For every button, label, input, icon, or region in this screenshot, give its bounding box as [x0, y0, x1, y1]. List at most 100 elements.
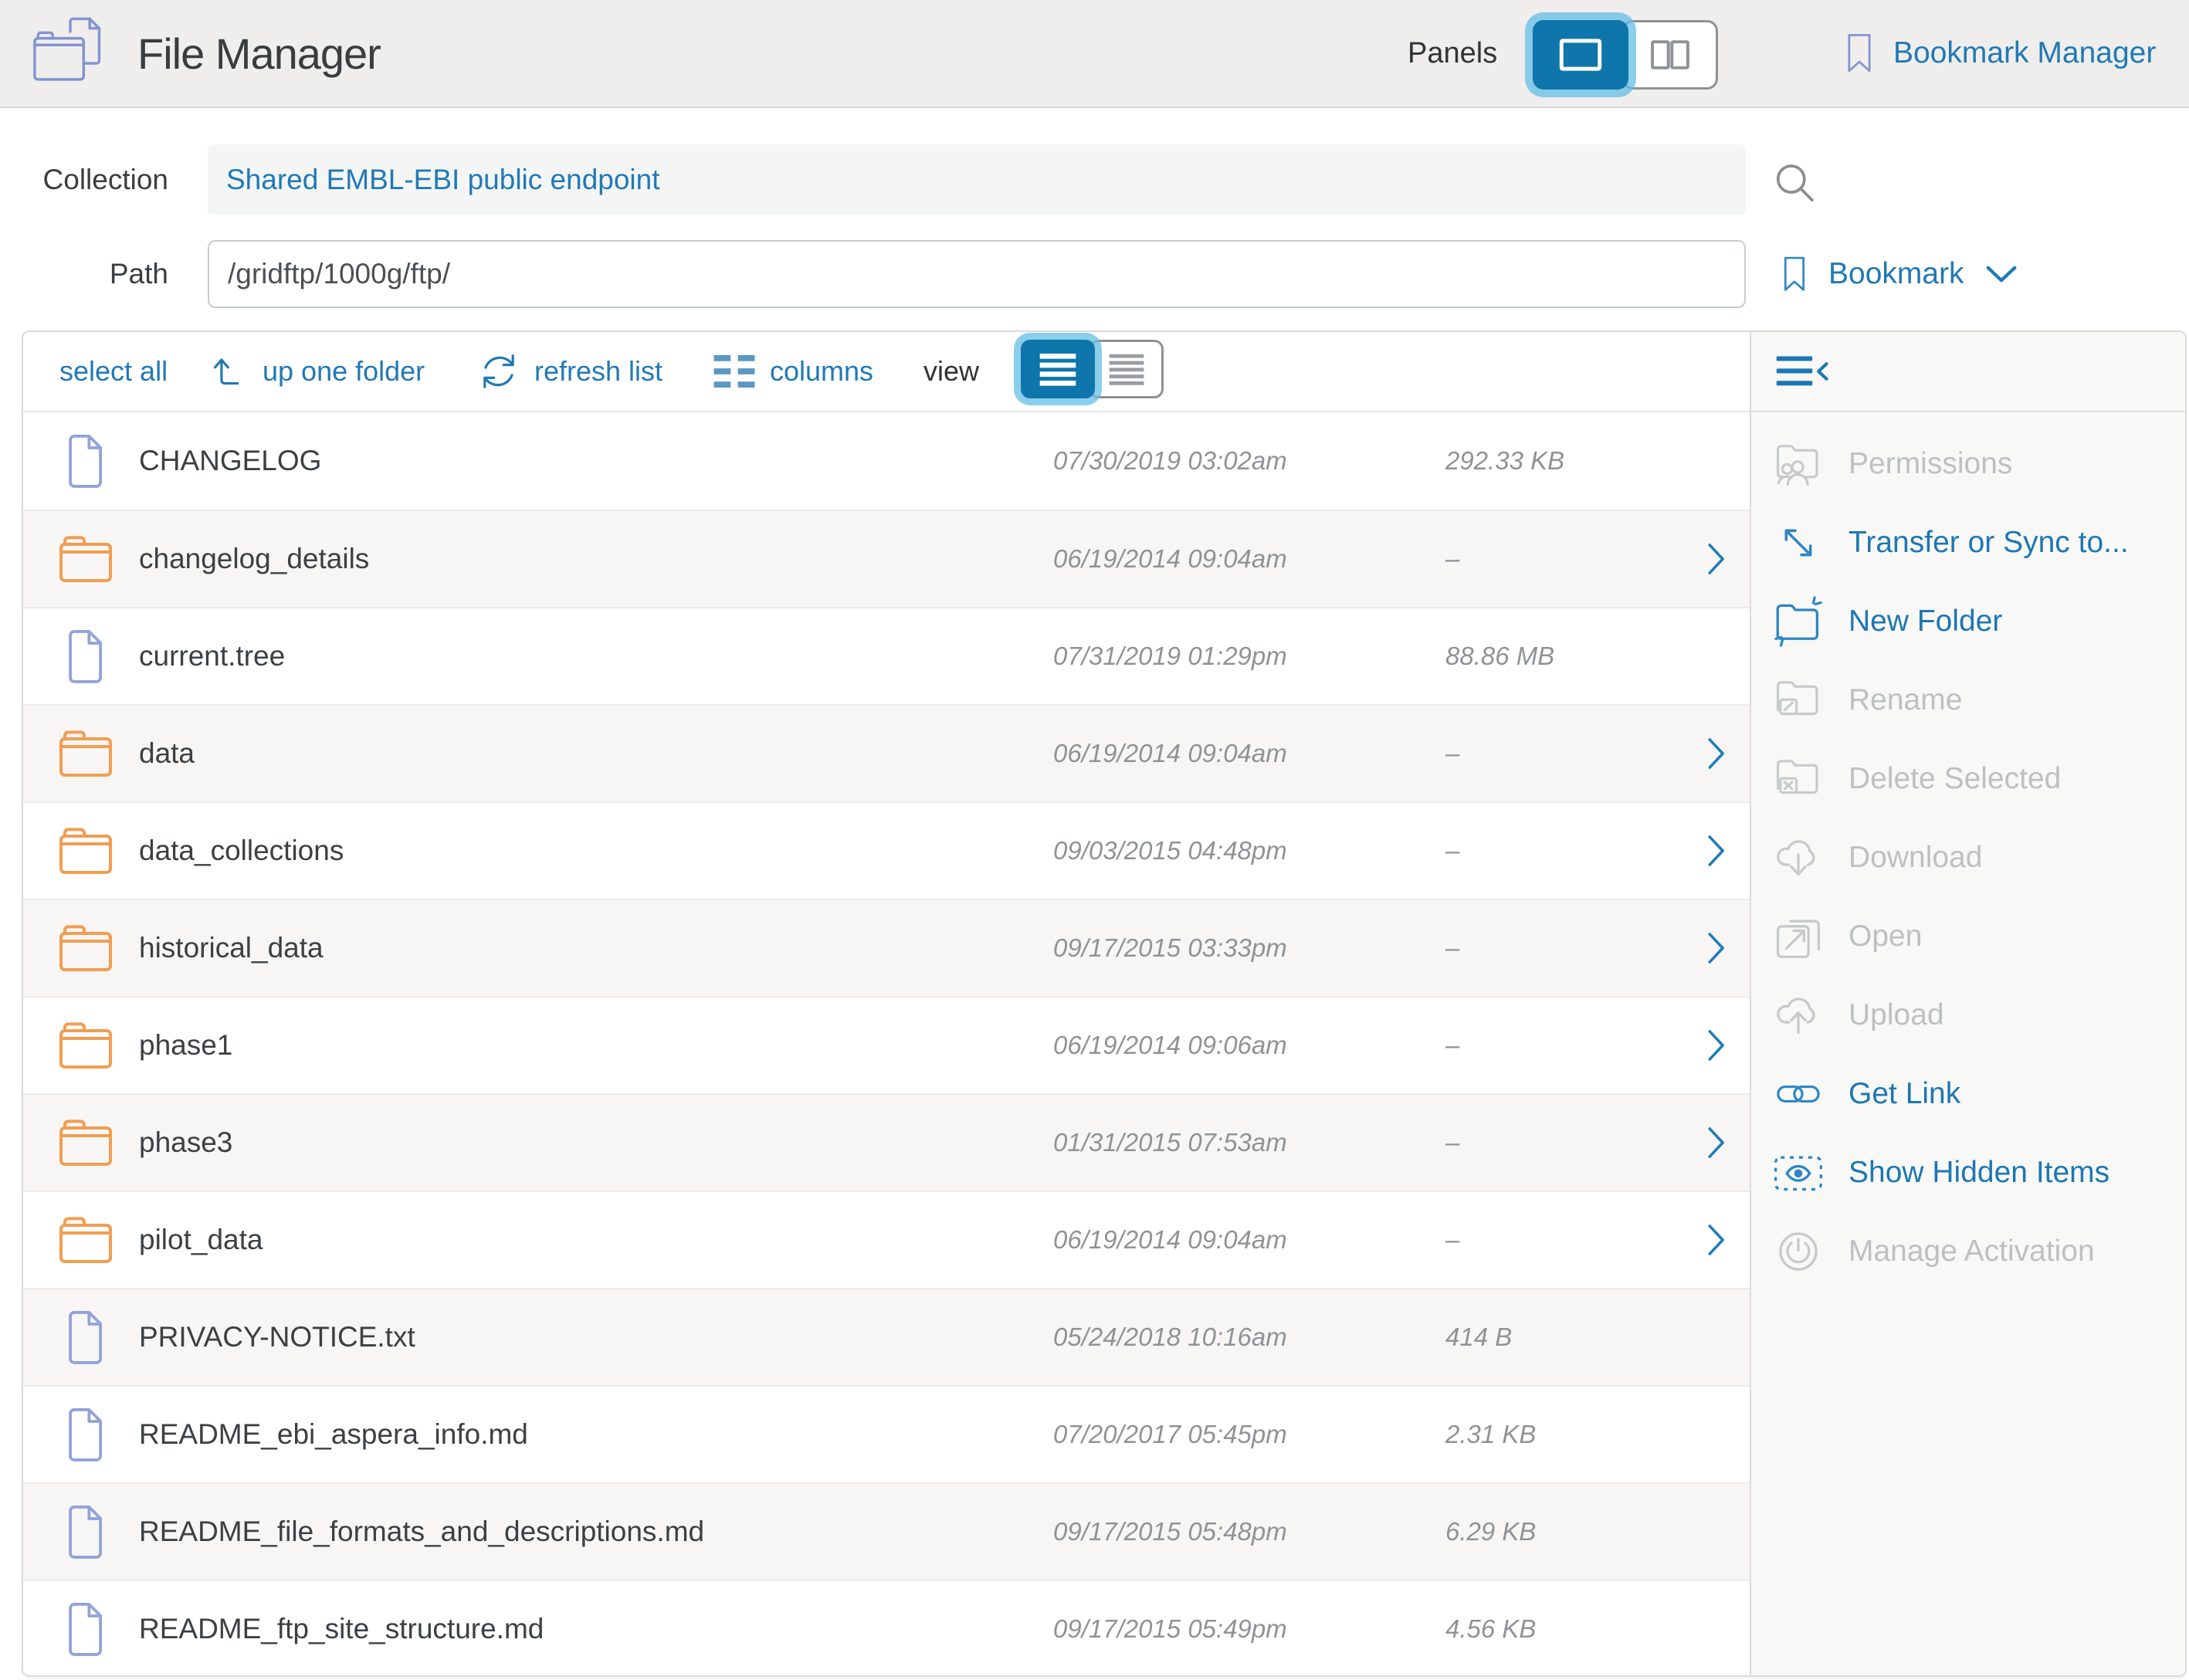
collection-field[interactable]: Shared EMBL-EBI public endpoint [208, 144, 1746, 215]
chevron-right-icon[interactable] [1706, 737, 1726, 770]
file-row[interactable]: historical_data 09/17/2015 03:33pm – [23, 899, 1750, 996]
action-label: Open [1848, 920, 1922, 953]
list-view-button[interactable] [1021, 340, 1095, 398]
file-size: 2.31 KB [1445, 1420, 1536, 1449]
columns-icon [713, 353, 756, 390]
file-date: 09/17/2015 05:48pm [1053, 1517, 1287, 1546]
sidebar-action-new-folder[interactable]: New Folder [1751, 582, 2185, 661]
file-row[interactable]: data 06/19/2014 09:04am – [23, 704, 1750, 801]
file-row[interactable]: pilot_data 06/19/2014 09:04am – [23, 1191, 1750, 1288]
action-label: Transfer or Sync to... [1848, 526, 2129, 560]
search-icon[interactable] [1772, 160, 1820, 209]
file-date: 06/19/2014 09:04am [1053, 1225, 1287, 1255]
file-row[interactable]: README_ftp_site_structure.md 09/17/2015 … [23, 1580, 1750, 1677]
single-panel-button[interactable] [1533, 20, 1628, 90]
file-icon [57, 1503, 114, 1560]
file-date: 06/19/2014 09:04am [1053, 739, 1287, 768]
file-name: data_collections [139, 835, 344, 867]
sidebar-action-upload: Upload [1751, 976, 2185, 1055]
action-label: New Folder [1848, 605, 2002, 638]
sidebar-action-delete-selected: Delete Selected [1751, 740, 2185, 818]
file-row[interactable]: phase3 01/31/2015 07:53am – [23, 1093, 1750, 1191]
file-name: pilot_data [139, 1224, 263, 1256]
file-row[interactable]: current.tree 07/31/2019 01:29pm 88.86 MB [23, 607, 1750, 704]
file-size: – [1445, 1031, 1459, 1060]
up-one-folder-button[interactable]: up one folder [208, 332, 425, 411]
action-label: Permissions [1848, 447, 2012, 481]
collection-label: Collection [0, 144, 168, 215]
file-row[interactable]: PRIVACY-NOTICE.txt 05/24/2018 10:16am 41… [23, 1288, 1750, 1385]
file-size: 6.29 KB [1445, 1517, 1536, 1546]
list-toolbar: select all up one folder refresh list [23, 332, 1750, 412]
chevron-right-icon[interactable] [1706, 543, 1726, 575]
up-one-folder-icon [208, 351, 249, 391]
delete-icon [1768, 753, 1828, 805]
folder-icon [57, 1211, 114, 1268]
compact-view-icon [1108, 353, 1145, 385]
file-manager-app: File Manager Panels Bookmark Manager Col… [0, 0, 2189, 1680]
columns-button[interactable]: columns [713, 332, 873, 411]
file-row[interactable]: README_ebi_aspera_info.md 07/20/2017 05:… [23, 1385, 1750, 1482]
permissions-icon [1768, 438, 1828, 490]
file-size: 88.86 MB [1445, 642, 1554, 671]
file-browser-panel: select all up one folder refresh list [22, 330, 2187, 1677]
file-row[interactable]: README_file_formats_and_descriptions.md … [23, 1482, 1750, 1580]
path-label: Path [0, 240, 168, 308]
file-size: – [1445, 1225, 1459, 1255]
file-row[interactable]: data_collections 09/03/2015 04:48pm – [23, 801, 1750, 899]
file-manager-logo-icon [32, 15, 108, 86]
bookmark-manager-link[interactable]: Bookmark Manager [1845, 0, 2156, 107]
sidebar-action-show-hidden-items[interactable]: Show Hidden Items [1751, 1133, 2185, 1212]
file-size: – [1445, 836, 1459, 865]
bookmark-ribbon-icon [1845, 22, 1873, 84]
chevron-right-icon[interactable] [1706, 1224, 1726, 1256]
file-row[interactable]: changelog_details 06/19/2014 09:04am – [23, 510, 1750, 607]
file-name: PRIVACY-NOTICE.txt [139, 1321, 415, 1353]
action-label: Show Hidden Items [1848, 1156, 2109, 1190]
compact-view-button[interactable] [1089, 340, 1164, 398]
file-date: 06/19/2014 09:04am [1053, 544, 1287, 574]
panels-label: Panels [1408, 0, 1497, 107]
bookmark-dropdown[interactable]: Bookmark [1782, 240, 2017, 308]
folder-icon [57, 1114, 114, 1171]
file-size: 4.56 KB [1445, 1614, 1536, 1644]
file-list: CHANGELOG 07/30/2019 03:02am 292.33 KB c… [23, 412, 1750, 1677]
select-all-button[interactable]: select all [59, 332, 168, 411]
sidebar-action-transfer-or-sync-to[interactable]: Transfer or Sync to... [1751, 503, 2185, 582]
file-list-pane: select all up one folder refresh list [23, 332, 1750, 1675]
path-input[interactable] [208, 240, 1746, 308]
file-date: 09/17/2015 05:49pm [1053, 1614, 1287, 1644]
folder-icon [57, 822, 114, 879]
action-list: Permissions Transfer or Sync to... New F… [1751, 412, 2185, 1291]
file-date: 07/31/2019 01:29pm [1053, 642, 1287, 671]
view-label: view [923, 332, 979, 411]
refresh-list-button[interactable]: refresh list [477, 332, 662, 411]
action-label: Manage Activation [1848, 1235, 2095, 1268]
dual-panel-icon [1650, 39, 1690, 71]
chevron-right-icon[interactable] [1706, 1029, 1726, 1062]
actions-sidebar: Permissions Transfer or Sync to... New F… [1750, 332, 2185, 1675]
collection-value: Shared EMBL-EBI public endpoint [226, 164, 660, 196]
folder-icon [57, 530, 114, 588]
bookmark-manager-label: Bookmark Manager [1893, 36, 2156, 70]
action-label: Get Link [1848, 1077, 1960, 1111]
file-size: – [1445, 739, 1459, 768]
file-name: historical_data [139, 932, 324, 964]
file-row[interactable]: CHANGELOG 07/30/2019 03:02am 292.33 KB [23, 412, 1750, 510]
open-icon [1768, 910, 1828, 963]
collapse-sidebar-icon[interactable] [1773, 354, 1833, 388]
sidebar-action-permissions: Permissions [1751, 425, 2185, 503]
file-row[interactable]: phase1 06/19/2014 09:06am – [23, 996, 1750, 1093]
file-name: README_ftp_site_structure.md [139, 1613, 544, 1645]
chevron-right-icon[interactable] [1706, 932, 1726, 964]
chevron-right-icon[interactable] [1706, 835, 1726, 867]
page-title: File Manager [137, 0, 381, 107]
panels-toggle [1533, 20, 1718, 90]
sidebar-action-get-link[interactable]: Get Link [1751, 1055, 2185, 1133]
chevron-down-icon [1986, 266, 2017, 283]
file-name: current.tree [139, 640, 285, 672]
view-toggle [1021, 340, 1164, 405]
chevron-right-icon[interactable] [1706, 1126, 1726, 1159]
dual-panel-button[interactable] [1622, 20, 1718, 90]
file-name: README_ebi_aspera_info.md [139, 1418, 528, 1451]
